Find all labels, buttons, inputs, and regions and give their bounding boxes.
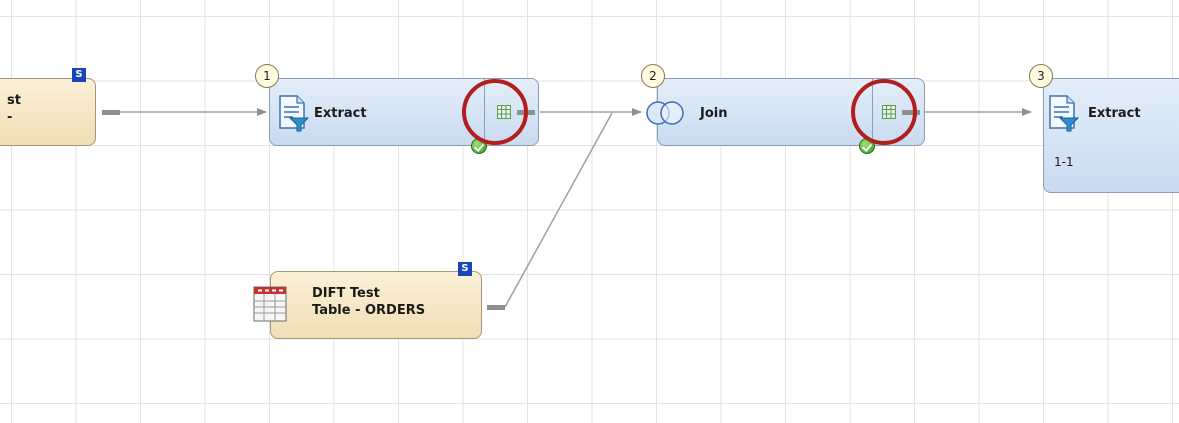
highlight-circle [462,79,528,145]
output-port[interactable] [102,110,120,115]
join-node-label: Join [700,106,728,121]
extract-node-label: Extract [1088,106,1141,121]
step-number-badge: 3 [1029,64,1053,88]
extract-node-label: Extract [314,106,367,121]
connector-lines [120,108,1032,308]
join-circles-icon [646,101,684,125]
document-filter-icon [1049,95,1079,132]
orders-table-label: DIFT Test Table - ORDERS [312,286,426,318]
document-filter-icon [279,95,309,132]
extract-node-sublabel: 1-1 [1054,155,1074,169]
step-number-badge: 1 [255,64,279,88]
schema-badge: S [458,262,472,276]
step-number-badge: 2 [641,64,665,88]
schema-badge: S [72,68,86,82]
table-grid-icon [253,286,287,322]
orders-table-node[interactable]: DIFT Test Table - ORDERS [270,271,482,339]
highlight-circle [851,79,917,145]
source-table-node[interactable]: st - [0,78,96,146]
source-table-label: st - [7,93,21,125]
output-port[interactable] [487,305,505,310]
